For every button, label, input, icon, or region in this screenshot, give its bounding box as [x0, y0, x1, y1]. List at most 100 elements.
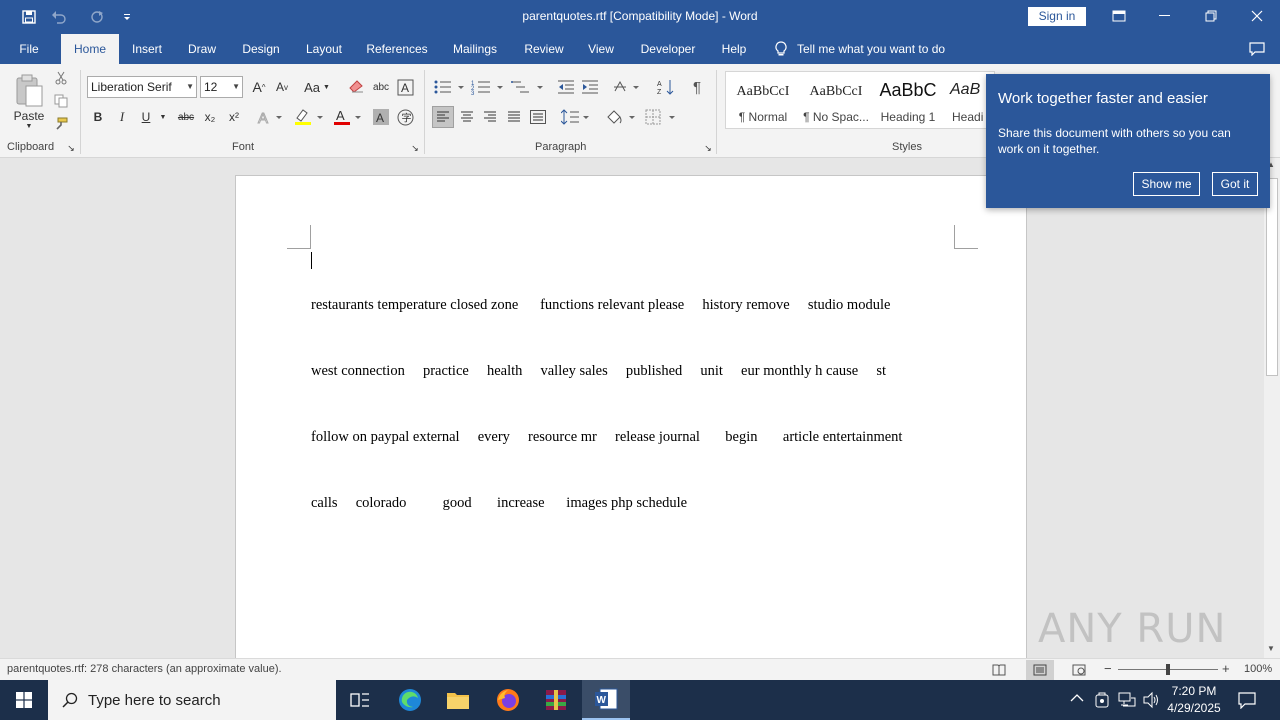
- decrease-indent-icon[interactable]: [556, 76, 576, 98]
- tab-view[interactable]: View: [582, 34, 620, 64]
- cut-icon[interactable]: [52, 70, 70, 86]
- bold-button[interactable]: B: [89, 106, 107, 128]
- superscript-button[interactable]: x²: [225, 106, 243, 128]
- paste-button[interactable]: Paste ▼: [10, 68, 48, 134]
- got-it-button[interactable]: Got it: [1212, 172, 1258, 196]
- tab-mailings[interactable]: Mailings: [444, 34, 506, 64]
- winrar-icon[interactable]: [532, 680, 580, 720]
- align-left-icon[interactable]: [432, 106, 454, 128]
- tab-layout[interactable]: Layout: [298, 34, 350, 64]
- notifications-icon[interactable]: [1238, 691, 1256, 712]
- justify-icon[interactable]: [504, 106, 524, 128]
- tab-developer[interactable]: Developer: [633, 34, 703, 64]
- sort-icon[interactable]: AZ: [656, 76, 676, 98]
- paragraph-launcher-icon[interactable]: ↘: [703, 143, 713, 153]
- multilevel-list-icon[interactable]: [510, 76, 546, 98]
- copy-icon[interactable]: [52, 93, 70, 109]
- document-page[interactable]: restaurants temperature closed zone func…: [235, 175, 1027, 658]
- chevron-down-icon[interactable]: ▼: [158, 106, 168, 128]
- text-effects-icon[interactable]: A: [256, 106, 284, 128]
- zoom-level[interactable]: 100%: [1244, 663, 1272, 675]
- tab-help[interactable]: Help: [714, 34, 754, 64]
- redo-icon[interactable]: [84, 6, 110, 28]
- subscript-button[interactable]: x₂: [201, 106, 219, 128]
- increase-indent-icon[interactable]: [580, 76, 600, 98]
- phonetic-guide-icon[interactable]: abc: [372, 76, 390, 98]
- numbering-icon[interactable]: 123: [470, 76, 506, 98]
- tab-home[interactable]: Home: [61, 34, 119, 64]
- customize-qat-icon[interactable]: [114, 6, 140, 28]
- close-icon[interactable]: [1234, 0, 1280, 32]
- crop-mark: [954, 225, 978, 249]
- clipboard-launcher-icon[interactable]: ↘: [66, 143, 76, 153]
- font-family-select[interactable]: Liberation Serif ▼: [87, 76, 197, 98]
- save-icon[interactable]: [16, 6, 42, 28]
- grow-font-button[interactable]: A ^: [250, 76, 268, 98]
- show-hide-marks-button[interactable]: ¶: [688, 76, 706, 98]
- ribbon-display-options-icon[interactable]: [1096, 0, 1142, 32]
- font-launcher-icon[interactable]: ↘: [410, 143, 420, 153]
- task-view-icon[interactable]: [336, 680, 384, 720]
- character-border-icon[interactable]: A: [396, 76, 414, 98]
- clock-date[interactable]: 4/29/2025: [1162, 701, 1226, 715]
- borders-icon[interactable]: [644, 106, 678, 128]
- tab-review[interactable]: Review: [517, 34, 571, 64]
- edge-icon[interactable]: [386, 680, 434, 720]
- scroll-down-icon[interactable]: ▼: [1267, 644, 1275, 653]
- underline-button[interactable]: U: [137, 106, 155, 128]
- tab-file[interactable]: File: [8, 34, 50, 64]
- document-body[interactable]: restaurants temperature closed zone func…: [311, 250, 951, 558]
- search-icon: [62, 692, 78, 708]
- character-shading-icon[interactable]: A: [372, 106, 390, 128]
- read-mode-icon[interactable]: [990, 662, 1008, 678]
- bullets-icon[interactable]: [432, 76, 466, 98]
- undo-icon[interactable]: [46, 6, 72, 28]
- chevron-down-icon: ▼: [232, 82, 240, 91]
- comments-icon[interactable]: [1246, 39, 1268, 59]
- format-painter-icon[interactable]: [52, 116, 70, 132]
- tab-design[interactable]: Design: [234, 34, 288, 64]
- clipboard-group-label: Clipboard: [7, 141, 55, 153]
- network-icon[interactable]: [1118, 692, 1136, 711]
- security-icon[interactable]: [1094, 691, 1110, 712]
- svg-text:字: 字: [401, 111, 411, 124]
- style-no-spacing[interactable]: AaBbCcI ¶ No Spac...: [800, 72, 872, 128]
- show-me-button[interactable]: Show me: [1133, 172, 1200, 196]
- sign-in-button[interactable]: Sign in: [1028, 7, 1086, 26]
- start-button[interactable]: [0, 680, 48, 720]
- change-case-button[interactable]: Aa ▼: [300, 76, 334, 98]
- highlight-color-icon[interactable]: [292, 106, 326, 128]
- italic-button[interactable]: I: [113, 106, 131, 128]
- vertical-scrollbar[interactable]: ▲ ▼: [1264, 158, 1280, 658]
- enclose-characters-icon[interactable]: 字: [396, 106, 414, 128]
- file-explorer-icon[interactable]: [434, 680, 482, 720]
- shading-icon[interactable]: [604, 106, 638, 128]
- clear-formatting-icon[interactable]: [348, 76, 366, 98]
- distributed-icon[interactable]: [528, 106, 548, 128]
- line-spacing-icon[interactable]: [560, 106, 592, 128]
- style-heading-1[interactable]: AaBbC Heading 1: [872, 72, 944, 128]
- restore-icon[interactable]: [1188, 0, 1234, 32]
- word-taskbar-icon[interactable]: W: [582, 680, 630, 720]
- align-center-icon[interactable]: [457, 106, 477, 128]
- align-right-icon[interactable]: [480, 106, 500, 128]
- volume-icon[interactable]: [1142, 691, 1160, 712]
- title-bar: parentquotes.rtf [Compatibility Mode] - …: [0, 0, 1280, 34]
- text-direction-icon[interactable]: [612, 76, 642, 98]
- status-text[interactable]: parentquotes.rtf: 278 characters (an app…: [7, 663, 282, 675]
- font-size-select[interactable]: 12 ▼: [200, 76, 243, 98]
- minimize-icon[interactable]: [1142, 0, 1188, 32]
- strikethrough-button[interactable]: abc: [175, 106, 197, 128]
- tab-insert[interactable]: Insert: [124, 34, 170, 64]
- tab-draw[interactable]: Draw: [180, 34, 224, 64]
- tab-references[interactable]: References: [362, 34, 432, 64]
- tell-me-search[interactable]: Tell me what you want to do: [775, 34, 945, 64]
- style-normal[interactable]: AaBbCcI ¶ Normal: [726, 72, 800, 128]
- font-color-icon[interactable]: A: [332, 106, 366, 128]
- show-hidden-icons[interactable]: [1070, 692, 1084, 706]
- shrink-font-button[interactable]: Av: [273, 76, 291, 98]
- taskbar-search[interactable]: Type here to search: [48, 680, 336, 720]
- group-separator: [716, 70, 717, 154]
- firefox-icon[interactable]: [484, 680, 532, 720]
- clock-time[interactable]: 7:20 PM: [1166, 684, 1222, 698]
